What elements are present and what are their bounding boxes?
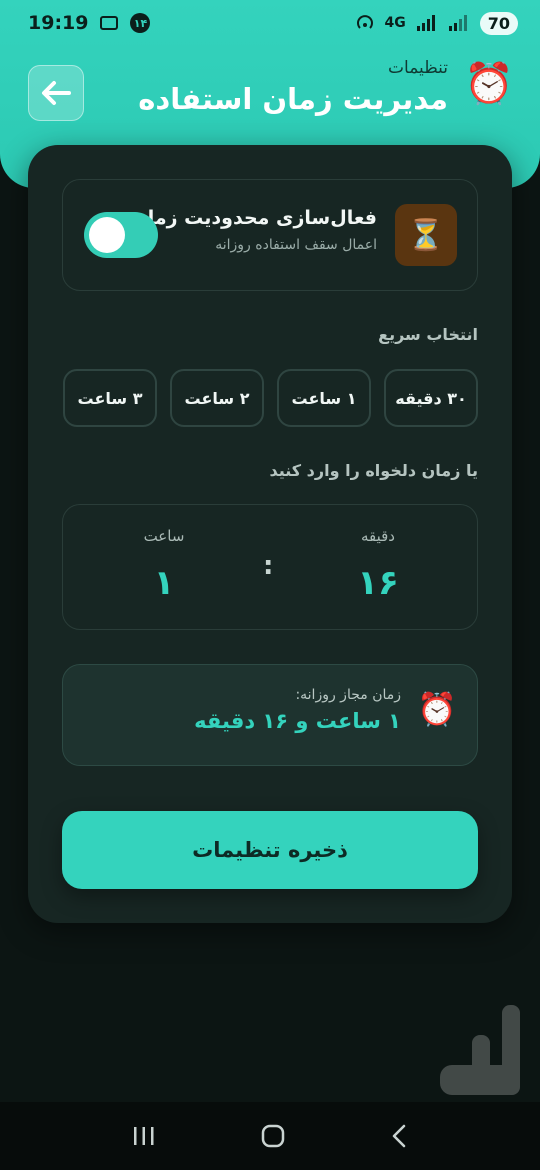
header-subtitle: تنظیمات: [388, 58, 448, 78]
toggle-knob: [89, 217, 125, 253]
signal-icon: [416, 15, 435, 31]
daily-allowance-label: زمان مجاز روزانه:: [295, 687, 401, 703]
alarm-clock-icon: ⏰: [464, 61, 514, 107]
network-type: 4G: [384, 15, 406, 31]
time-separator: :: [263, 551, 274, 581]
back-button[interactable]: [28, 65, 84, 121]
custom-time-label: یا زمان دلخواه را وارد کنید: [269, 461, 478, 480]
quick-select-label: انتخاب سریع: [378, 325, 478, 344]
minutes-value[interactable]: ۱۶: [333, 563, 423, 603]
screenshot-icon: [100, 16, 119, 30]
quick-select-row: ۳۰ دقیقه ۱ ساعت ۲ ساعت ۳ ساعت: [62, 369, 478, 427]
status-time: 19:19: [28, 12, 89, 34]
hours-label: ساعت: [143, 527, 185, 545]
system-navigation-bar: [0, 1102, 540, 1170]
quick-option-2-hours[interactable]: ۲ ساعت: [170, 369, 264, 427]
hotspot-icon: [356, 15, 373, 29]
quick-option-1-hour[interactable]: ۱ ساعت: [277, 369, 371, 427]
daily-allowance-summary: ⏰ زمان مجاز روزانه: ۱ ساعت و ۱۶ دقیقه: [62, 664, 478, 766]
notification-badge: ۱۴: [130, 13, 151, 33]
recent-apps-icon[interactable]: [131, 1124, 157, 1148]
save-settings-button[interactable]: ذخیره تنظیمات: [62, 811, 478, 889]
status-bar: 19:19 ۱۴ 4G 70: [0, 0, 540, 46]
minutes-label: دقیقه: [360, 527, 395, 545]
quick-option-30-minutes[interactable]: ۳۰ دقیقه: [384, 369, 478, 427]
signal-icon-secondary: [448, 15, 467, 31]
alarm-clock-icon: ⏰: [417, 690, 457, 728]
header-titles: تنظیمات مدیریت زمان استفاده: [138, 58, 448, 116]
daily-allowance-value: ۱ ساعت و ۱۶ دقیقه: [194, 709, 401, 733]
home-icon[interactable]: [260, 1123, 286, 1149]
time-limit-row: ⏳ فعال‌سازی محدودیت زمان اعمال سقف استفا…: [62, 179, 478, 291]
time-limit-toggle[interactable]: [84, 212, 158, 258]
page-title: مدیریت زمان استفاده: [138, 82, 448, 116]
battery-indicator: 70: [479, 11, 518, 35]
back-nav-icon[interactable]: [389, 1123, 409, 1149]
hours-value[interactable]: ۱: [119, 563, 209, 603]
quick-option-3-hours[interactable]: ۳ ساعت: [63, 369, 157, 427]
custom-time-picker: دقیقه ۱۶ : ساعت ۱: [62, 504, 478, 630]
time-limit-subtitle: اعمال سقف استفاده روزانه: [215, 237, 377, 253]
arrow-left-icon: [42, 81, 71, 105]
settings-card: ⏳ فعال‌سازی محدودیت زمان اعمال سقف استفا…: [28, 145, 512, 923]
time-limit-title: فعال‌سازی محدودیت زمان: [131, 207, 377, 229]
hourglass-icon: ⏳: [395, 204, 457, 266]
